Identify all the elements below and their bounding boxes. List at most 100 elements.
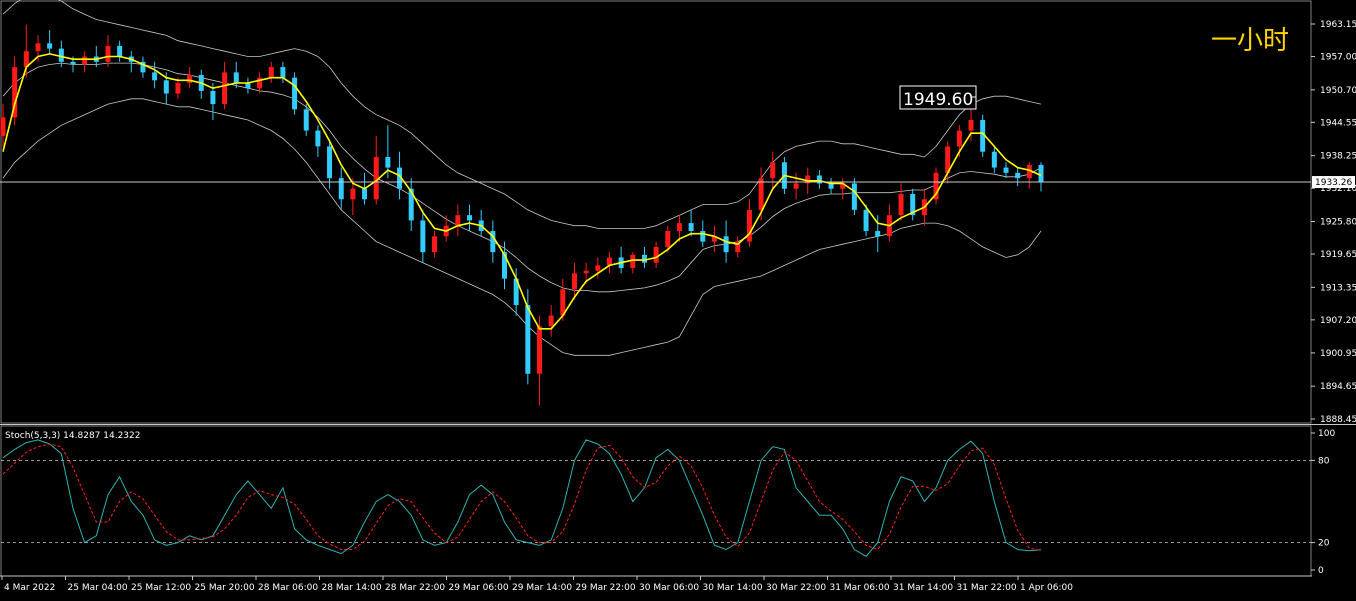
candle[interactable] bbox=[828, 178, 834, 195]
price-tick-label: 1925.80 bbox=[1320, 218, 1356, 228]
candle[interactable] bbox=[47, 30, 53, 54]
candle[interactable] bbox=[711, 225, 717, 253]
time-tick-label: 28 Mar 06:00 bbox=[258, 583, 318, 593]
candle[interactable] bbox=[746, 199, 752, 247]
time-tick-label: 29 Mar 22:00 bbox=[576, 583, 636, 593]
candle[interactable] bbox=[82, 51, 88, 73]
price-tick-label: 1963.15 bbox=[1320, 20, 1356, 30]
time-tick-label: 1 Apr 06:00 bbox=[1020, 583, 1073, 593]
stoch-tick-label: 80 bbox=[1318, 456, 1330, 466]
candle[interactable] bbox=[315, 125, 321, 157]
current-price-tag: 1933.26 bbox=[1312, 176, 1355, 189]
candle[interactable] bbox=[408, 178, 414, 232]
high-annotation: 1949.60 bbox=[899, 85, 977, 110]
time-axis: 4 Mar 2022 25 Mar 04:00 25 Mar 12:00 25 Mar… bbox=[0, 575, 1312, 593]
candle[interactable] bbox=[618, 246, 624, 274]
period-label: 一小时 bbox=[1211, 26, 1289, 56]
time-tick-label: 30 Mar 14:00 bbox=[703, 583, 763, 593]
stoch-axis: 100 80 20 0 bbox=[1311, 429, 1335, 576]
stoch-title: Stoch(5,3,3) 14.8287 14.2322 bbox=[5, 431, 140, 441]
stoch-tick-label: 20 bbox=[1318, 539, 1330, 549]
candle[interactable] bbox=[467, 204, 473, 232]
candle[interactable] bbox=[23, 24, 29, 78]
candle[interactable] bbox=[991, 146, 997, 173]
candle[interactable] bbox=[140, 56, 146, 78]
candle[interactable] bbox=[105, 35, 111, 68]
candle[interactable] bbox=[502, 241, 508, 290]
time-tick-label: 31 Mar 22:00 bbox=[957, 583, 1017, 593]
candle[interactable] bbox=[338, 167, 344, 210]
time-tick-label: 31 Mar 06:00 bbox=[830, 583, 890, 593]
ma-line bbox=[2, 53, 1042, 330]
candle[interactable] bbox=[1026, 162, 1032, 189]
candle[interactable] bbox=[606, 252, 612, 274]
candlesticks[interactable] bbox=[0, 24, 1044, 406]
candle[interactable] bbox=[548, 305, 554, 337]
candle[interactable] bbox=[233, 61, 239, 89]
candle[interactable] bbox=[373, 135, 379, 205]
moving-average bbox=[2, 53, 1042, 330]
candle[interactable] bbox=[455, 204, 461, 237]
candle[interactable] bbox=[152, 61, 158, 89]
time-tick-label: 30 Mar 06:00 bbox=[639, 583, 699, 593]
candle[interactable] bbox=[816, 170, 822, 189]
candle[interactable] bbox=[793, 172, 799, 200]
price-tick-label: 1957.00 bbox=[1320, 53, 1356, 63]
stoch-signal-line bbox=[2, 443, 1042, 551]
candle[interactable] bbox=[886, 204, 892, 242]
candle[interactable] bbox=[840, 178, 846, 200]
candle[interactable] bbox=[1038, 162, 1044, 192]
candle[interactable] bbox=[128, 51, 134, 73]
candle[interactable] bbox=[12, 56, 18, 126]
candle[interactable] bbox=[1003, 162, 1009, 179]
price-tick-label: 1913.35 bbox=[1320, 283, 1356, 293]
candle[interactable] bbox=[688, 209, 694, 237]
candle[interactable] bbox=[432, 231, 438, 258]
annotation-price: 1949.60 bbox=[903, 90, 973, 110]
bb-upper-line bbox=[2, 0, 1042, 229]
bb-middle-line bbox=[2, 62, 1042, 293]
current-price-label: 1933.26 bbox=[1315, 178, 1352, 188]
bb-lower-line bbox=[2, 98, 1042, 356]
time-tick-label: 25 Mar 12:00 bbox=[131, 583, 191, 593]
price-tick-label: 1894.65 bbox=[1320, 382, 1356, 392]
candle[interactable] bbox=[770, 151, 776, 189]
candle[interactable] bbox=[1015, 167, 1021, 187]
price-tick-label: 1888.45 bbox=[1320, 415, 1356, 425]
stoch-tick-label: 100 bbox=[1318, 429, 1335, 439]
price-tick-label: 1900.95 bbox=[1320, 349, 1356, 359]
time-tick-label: 28 Mar 22:00 bbox=[385, 583, 445, 593]
stoch-tick-label: 0 bbox=[1318, 566, 1324, 576]
candle[interactable] bbox=[641, 246, 647, 269]
candle[interactable] bbox=[898, 183, 904, 221]
candle[interactable] bbox=[653, 241, 659, 269]
price-tick-label: 1907.20 bbox=[1320, 316, 1356, 326]
price-tick-label: 1919.65 bbox=[1320, 250, 1356, 260]
candle[interactable] bbox=[420, 209, 426, 263]
candle[interactable] bbox=[490, 220, 496, 263]
chart-canvas[interactable]: 1963.151957.001950.701944.551938.251932.… bbox=[0, 0, 1356, 597]
time-tick-label: 29 Mar 06:00 bbox=[449, 583, 509, 593]
candle[interactable] bbox=[933, 167, 939, 205]
candle[interactable] bbox=[478, 209, 484, 237]
price-axis: 1963.151957.001950.701944.551938.251932.… bbox=[1311, 20, 1356, 425]
candle[interactable] bbox=[268, 61, 274, 83]
time-tick-label: 28 Mar 14:00 bbox=[322, 583, 382, 593]
candle[interactable] bbox=[851, 178, 857, 216]
stoch-panel-frame bbox=[0, 425, 1312, 577]
bollinger-bands bbox=[2, 0, 1042, 356]
time-tick-label: 4 Mar 2022 bbox=[4, 583, 55, 593]
time-tick-label: 25 Mar 04:00 bbox=[68, 583, 128, 593]
candle[interactable] bbox=[910, 188, 916, 221]
candle[interactable] bbox=[630, 252, 636, 274]
candle[interactable] bbox=[245, 77, 251, 94]
candle[interactable] bbox=[443, 215, 449, 242]
candle[interactable] bbox=[187, 67, 193, 89]
time-tick-label: 31 Mar 14:00 bbox=[893, 583, 953, 593]
trading-chart[interactable]: 1963.15 1957.00 1950.70 1944.55 1938.25 1932.… bbox=[0, 0, 1356, 597]
candle[interactable] bbox=[292, 72, 298, 115]
stochastic-oscillator bbox=[1, 439, 1311, 557]
candle[interactable] bbox=[117, 40, 123, 62]
time-tick-label: 29 Mar 14:00 bbox=[512, 583, 572, 593]
candle[interactable] bbox=[735, 236, 741, 258]
